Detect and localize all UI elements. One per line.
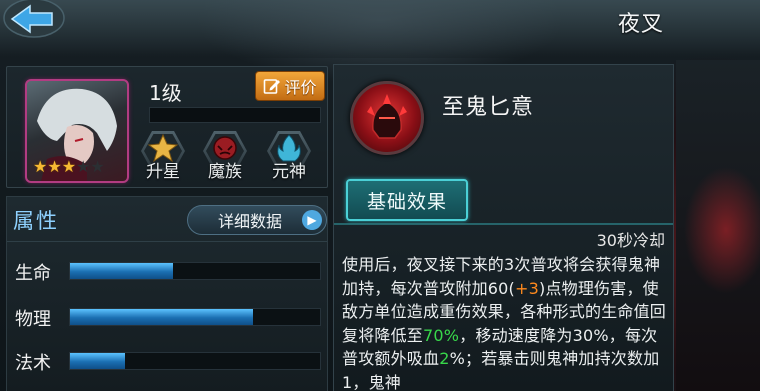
tab-basic-effect[interactable]: 基础效果 xyxy=(346,179,468,221)
page-title: 夜叉 xyxy=(617,12,664,37)
skill-icon[interactable] xyxy=(350,81,424,155)
stat-name: 物理 xyxy=(15,309,51,330)
divider xyxy=(334,223,673,225)
star-filled-icon: ★ xyxy=(33,157,48,176)
feature-label: 元神 xyxy=(272,162,306,182)
hero-art-backdrop xyxy=(676,60,760,391)
hero-level: 1级 xyxy=(149,81,182,105)
star-empty-icon: ★ xyxy=(76,157,91,176)
hero-info-panel: ★ ★ ★ ★ ★ 1级 评价 升星 魔族 元神 xyxy=(6,66,328,188)
back-arrow-icon xyxy=(3,0,65,38)
skill-name: 至鬼匕意 xyxy=(442,95,535,120)
edit-icon xyxy=(264,79,281,94)
desc-bonus-value: +3 xyxy=(515,278,540,298)
detailed-data-button[interactable]: 详细数据 ▶ xyxy=(187,205,327,235)
feature-label: 魔族 xyxy=(208,162,242,182)
stat-bar xyxy=(69,262,321,280)
stat-row-hp: 生命 xyxy=(7,258,327,284)
stat-name: 生命 xyxy=(15,263,51,284)
stat-bar-fill xyxy=(70,309,253,325)
desc-lifesteal-value: 2 xyxy=(439,349,450,368)
demon-clan-button[interactable]: 魔族 xyxy=(199,131,251,185)
stat-row-physical: 物理 xyxy=(7,304,327,330)
back-button[interactable] xyxy=(2,0,66,40)
skill-cooldown: 30秒冷却 xyxy=(596,231,665,250)
experience-bar xyxy=(149,107,321,123)
stat-bar-fill xyxy=(70,263,173,279)
divider xyxy=(7,241,327,242)
skill-description: 使用后，夜叉接下来的3次普攻将会获得鬼神加持，每次普攻附加60(+3)点物理伤害… xyxy=(342,253,672,391)
star-filled-icon: ★ xyxy=(47,157,62,176)
stat-bar-fill xyxy=(70,353,125,369)
rate-button[interactable]: 评价 xyxy=(255,71,325,101)
stat-row-magic: 法术 xyxy=(7,348,327,374)
chevron-right-icon: ▶ xyxy=(302,210,322,230)
demon-helmet-icon xyxy=(367,94,407,139)
attributes-panel: 属性 详细数据 ▶ 生命 物理 法术 xyxy=(6,196,328,391)
tab-label: 基础效果 xyxy=(366,190,447,213)
spirit-button[interactable]: 元神 xyxy=(263,131,315,185)
star-empty-icon: ★ xyxy=(90,157,105,176)
stat-bar xyxy=(69,352,321,370)
star-rating: ★ ★ ★ ★ ★ xyxy=(33,159,105,175)
feature-label: 升星 xyxy=(146,162,180,182)
desc-percent-value: 70% xyxy=(423,325,460,345)
hero-portrait[interactable]: ★ ★ ★ ★ ★ xyxy=(25,79,129,183)
stat-bar xyxy=(69,308,321,326)
rate-button-label: 评价 xyxy=(284,78,317,97)
detailed-data-label: 详细数据 xyxy=(218,212,283,231)
skill-panel: 至鬼匕意 基础效果 30秒冷却 使用后，夜叉接下来的3次普攻将会获得鬼神加持，每… xyxy=(333,64,674,391)
attributes-title: 属性 xyxy=(13,209,59,233)
star-filled-icon: ★ xyxy=(61,157,77,176)
upgrade-star-button[interactable]: 升星 xyxy=(137,131,189,185)
stat-name: 法术 xyxy=(15,353,51,374)
